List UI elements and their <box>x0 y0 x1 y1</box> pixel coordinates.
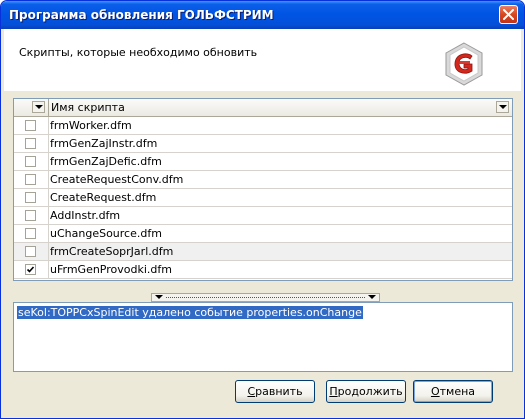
row-checkbox[interactable] <box>25 210 36 221</box>
row-checkbox[interactable] <box>25 120 36 131</box>
script-name: AddInstr.dfm <box>50 209 121 222</box>
cancel-button[interactable]: Отмена <box>413 380 493 403</box>
chevron-down-icon <box>499 105 507 109</box>
table-row[interactable]: uFrmGenProvodki.dfm <box>14 261 512 279</box>
table-row[interactable]: uChangeSource.dfm <box>14 225 512 243</box>
compare-button[interactable]: Сравнить <box>235 380 315 403</box>
chevron-down-icon <box>35 105 43 109</box>
header-panel: Скрипты, которые необходимо обновить <box>4 29 521 91</box>
script-name: uFrmGenProvodki.dfm <box>50 263 172 276</box>
row-checkbox[interactable] <box>25 228 36 239</box>
row-checkbox[interactable] <box>25 264 36 275</box>
window-title: Программа обновления ГОЛЬФСТРИМ <box>9 8 274 22</box>
continue-button[interactable]: Продолжить <box>326 380 406 403</box>
row-checkbox[interactable] <box>25 174 36 185</box>
close-button[interactable] <box>499 5 518 24</box>
chevron-down-icon <box>368 295 376 299</box>
script-name: CreateRequestConv.dfm <box>50 173 184 186</box>
script-name: frmGenZajInstr.dfm <box>50 137 158 150</box>
table-row[interactable]: frmWorker.dfm <box>14 117 512 135</box>
close-icon <box>503 9 514 20</box>
updater-window: Программа обновления ГОЛЬФСТРИМ Скрипты,… <box>0 0 525 419</box>
log-memo[interactable]: seKol:TOPPCxSpinEdit удалено событие pro… <box>13 302 513 372</box>
table-row[interactable]: CreateRequestConv.dfm <box>14 171 512 189</box>
row-checkbox[interactable] <box>25 192 36 203</box>
table-row[interactable]: AddInstr.dfm <box>14 207 512 225</box>
chevron-down-icon <box>155 295 163 299</box>
row-checkbox[interactable] <box>25 156 36 167</box>
script-name: frmCreateSoprJarl.dfm <box>50 245 174 258</box>
log-line: seKol:TOPPCxSpinEdit удалено событие pro… <box>17 306 363 319</box>
table-row[interactable]: CreateRequest.dfm <box>14 189 512 207</box>
check-column-header <box>14 99 49 116</box>
title-bar[interactable]: Программа обновления ГОЛЬФСТРИМ <box>1 1 524 29</box>
script-name: CreateRequest.dfm <box>50 191 157 204</box>
table-row[interactable]: frmCreateSoprJarl.dfm <box>14 243 512 261</box>
header-text: Скрипты, которые необходимо обновить <box>19 46 258 59</box>
grid-header: Имя скрипта <box>14 99 512 117</box>
script-name: frmGenZajDefic.dfm <box>50 155 162 168</box>
script-name: uChangeSource.dfm <box>50 227 162 240</box>
check-filter-button[interactable] <box>32 101 45 113</box>
checkmark-icon <box>26 266 35 273</box>
row-checkbox[interactable] <box>25 138 36 149</box>
script-name: frmWorker.dfm <box>50 119 132 132</box>
golfstream-logo-icon <box>442 41 486 87</box>
table-row[interactable]: frmGenZajDefic.dfm <box>14 153 512 171</box>
scripts-grid: Имя скрипта frmWorker.dfm frmGenZajInstr… <box>13 98 513 281</box>
name-column-header: Имя скрипта <box>51 101 125 114</box>
splitter-handle[interactable] <box>151 293 380 302</box>
table-row[interactable]: frmGenZajInstr.dfm <box>14 135 512 153</box>
row-checkbox[interactable] <box>25 246 36 257</box>
name-filter-button[interactable] <box>496 101 509 113</box>
